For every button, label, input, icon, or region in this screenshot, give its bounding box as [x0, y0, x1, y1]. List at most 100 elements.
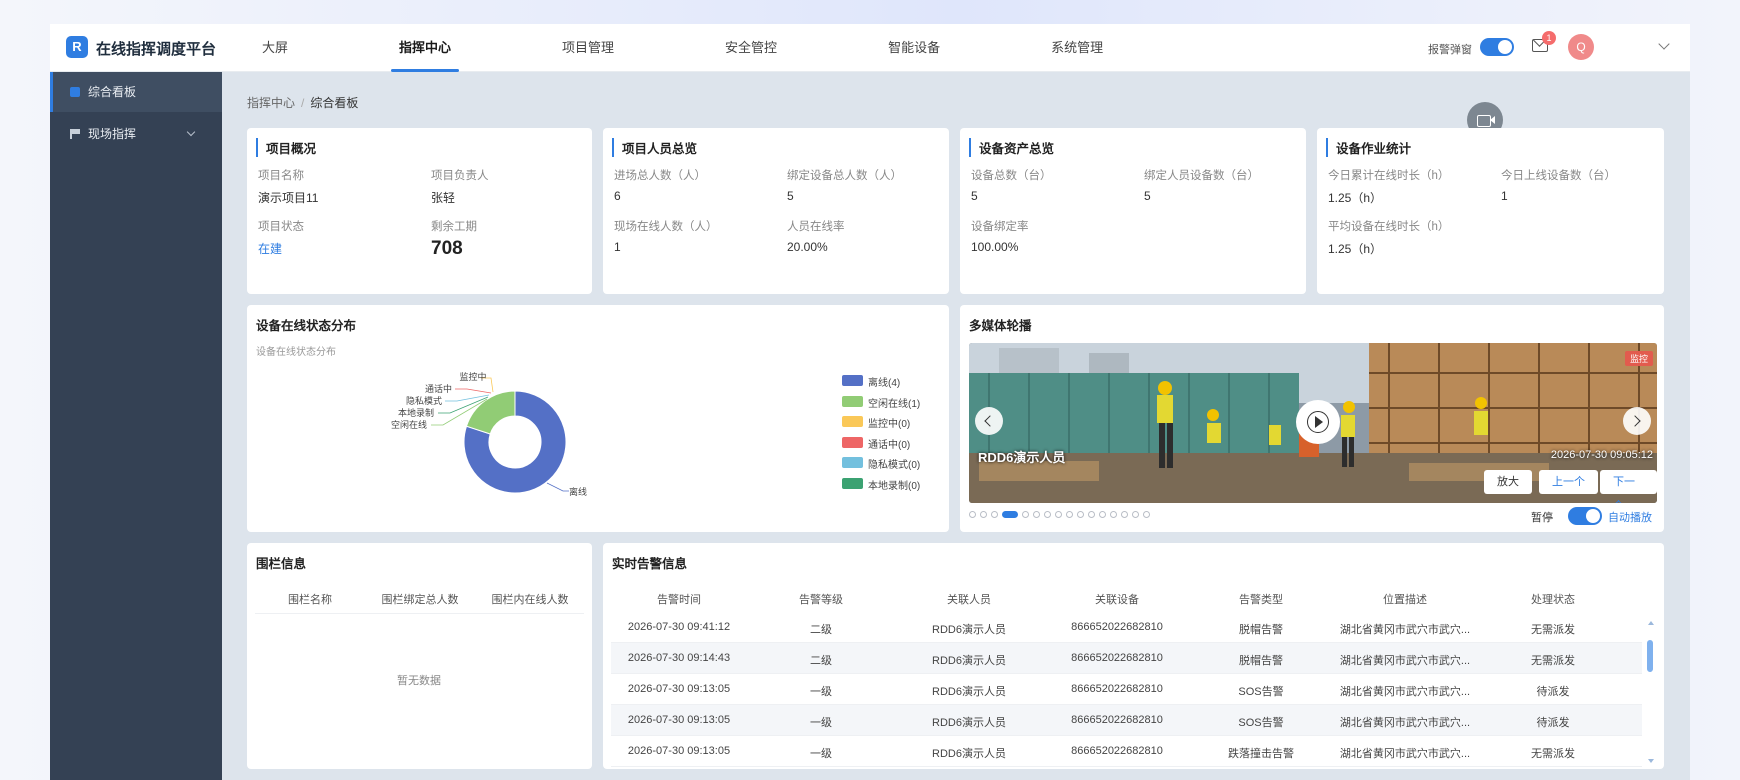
sidebar-item-dashboard[interactable]: 综合看板 [50, 72, 222, 112]
alarm-popup-label: 报警弹窗 [1428, 44, 1472, 56]
nav-item-project-management[interactable]: 项目管理 [550, 24, 626, 72]
project-owner-label: 项目负责人 [431, 170, 489, 182]
carousel-dot[interactable] [1044, 511, 1051, 518]
table-cell: 二级 [810, 624, 832, 636]
asset-overview-card: 设备资产总览 设备总数（台） 5 绑定人员设备数（台） 5 设备绑定率 100.… [960, 128, 1306, 294]
legend-item[interactable]: 通话中(0) [842, 436, 910, 451]
table-cell: 2026-07-30 09:41:12 [627, 621, 731, 633]
alerts-header-3: 关联设备 [1095, 594, 1139, 606]
card-title: 围栏信息 [256, 557, 307, 571]
project-status-value[interactable]: 在建 [258, 240, 282, 257]
table-cell: 2026-07-30 09:14:43 [627, 652, 731, 664]
legend-label: 隐私模式(0) [868, 460, 921, 471]
slice-label: 监控中 [459, 371, 486, 382]
carousel-dot[interactable] [969, 511, 976, 518]
carousel-dot[interactable] [1077, 511, 1084, 518]
bound-device-label: 绑定人员设备数（台） [1144, 170, 1259, 182]
project-overview-card: 项目概况 项目名称 演示项目11 项目负责人 张轻 项目状态 在建 剩余工期 7… [247, 128, 592, 294]
nav-item-system-management[interactable]: 系统管理 [1039, 24, 1115, 72]
scroll-up-icon[interactable] [1648, 621, 1654, 625]
carousel-dot[interactable] [1110, 511, 1117, 518]
alerts-header-0: 告警时间 [657, 594, 701, 606]
carousel-dot[interactable] [1033, 511, 1040, 518]
label-leader-line [546, 482, 569, 492]
carousel-dot[interactable] [991, 511, 998, 518]
nav-item-smart-devices[interactable]: 智能设备 [876, 24, 952, 72]
carousel-next-arrow-icon[interactable] [1623, 407, 1651, 435]
carousel-dot[interactable] [1121, 511, 1128, 518]
table-cell: 866652022682810 [1071, 621, 1163, 633]
scroll-down-icon[interactable] [1648, 759, 1654, 763]
slice-label: 空闲在线 [391, 419, 427, 430]
carousel-dot[interactable] [1055, 511, 1062, 518]
legend-swatch [842, 436, 863, 448]
carousel-dot[interactable] [1132, 511, 1139, 518]
table-cell: 866652022682810 [1071, 714, 1163, 726]
legend-label: 空闲在线(1) [868, 398, 921, 410]
legend-label: 离线(4) [868, 378, 901, 389]
zoom-button[interactable]: 放大 [1484, 470, 1532, 494]
card-title: 项目概况 [256, 138, 316, 157]
legend-swatch [842, 375, 863, 386]
today-devices-label: 今日上线设备数（台） [1501, 170, 1616, 182]
remaining-days-value: 708 [431, 238, 463, 259]
fence-empty-state: 暂无数据 [397, 675, 441, 687]
carousel-dot[interactable] [1022, 511, 1029, 518]
legend-label: 监控中(0) [868, 419, 911, 430]
next-button[interactable]: 下一个 [1600, 470, 1657, 503]
table-cell: 脱帽告警 [1239, 655, 1283, 667]
project-owner-value: 张轻 [431, 191, 456, 205]
table-cell: 脱帽告警 [1239, 624, 1283, 636]
carousel-prev-arrow-icon[interactable] [975, 407, 1003, 435]
play-icon[interactable] [1296, 400, 1340, 444]
entered-count-label: 进场总人数（人） [614, 170, 706, 182]
media-player[interactable]: 监控 RDD6演示人员 2026-07-30 09:05:12 放大 上一个 下… [969, 343, 1657, 503]
media-carousel-card: 多媒体轮播 监控 RDD6演示人员 2026-07-30 09:05:12 放大… [960, 305, 1664, 532]
table-cell: 湖北省黄冈市武穴市武穴... [1339, 686, 1471, 698]
device-total-label: 设备总数（台） [971, 170, 1052, 182]
autoplay-toggle[interactable] [1568, 507, 1602, 525]
fence-header-name: 围栏名称 [288, 594, 332, 606]
carousel-dot[interactable] [980, 511, 987, 518]
online-count-value: 1 [614, 240, 621, 254]
chevron-down-icon[interactable] [1658, 38, 1670, 50]
app-window: R 在线指挥调度平台 大屏 指挥中心 项目管理 安全管控 智能设备 系统管理 报… [50, 24, 1690, 780]
table-cell: 一级 [810, 748, 832, 760]
slice-label: 通话中 [425, 383, 452, 394]
sidebar-item-site-command[interactable]: 现场指挥 [50, 114, 222, 154]
slice-label: 本地录制 [398, 407, 434, 418]
nav-item-big-screen[interactable]: 大屏 [250, 24, 300, 72]
legend-item[interactable]: 空闲在线(1) [842, 395, 921, 410]
table-cell: 无需派发 [1531, 655, 1575, 667]
table-cell: 湖北省黄冈市武穴市武穴... [1339, 748, 1471, 760]
legend-item[interactable]: 本地录制(0) [842, 477, 920, 492]
chevron-down-icon [186, 127, 196, 137]
carousel-dot[interactable] [1002, 511, 1018, 518]
media-timestamp: 2026-07-30 09:05:12 [1550, 449, 1653, 461]
legend-item[interactable]: 监控中(0) [842, 415, 911, 430]
prev-button[interactable]: 上一个 [1539, 470, 1598, 494]
breadcrumb: 指挥中心 / 综合看板 [247, 94, 358, 111]
legend-swatch [842, 416, 863, 427]
realtime-alerts-card: 实时告警信息 告警时间 告警等级 关联人员 关联设备 告警类型 位置描述 处理状态 2026-… [603, 543, 1664, 769]
alarm-popup-toggle[interactable] [1480, 38, 1514, 56]
legend-item[interactable]: 离线(4) [842, 374, 901, 389]
nav-item-safety-control[interactable]: 安全管控 [713, 24, 789, 72]
breadcrumb-root[interactable]: 指挥中心 [247, 96, 295, 110]
donut-slice[interactable] [465, 390, 516, 435]
legend-item[interactable]: 隐私模式(0) [842, 456, 921, 471]
scrollbar-thumb[interactable] [1647, 640, 1653, 672]
carousel-dot[interactable] [1143, 511, 1150, 518]
carousel-dot[interactable] [1066, 511, 1073, 518]
label-leader-line [445, 394, 490, 402]
legend-swatch [842, 477, 863, 489]
nav-item-command-center[interactable]: 指挥中心 [387, 24, 463, 72]
today-hours-label: 今日累计在线时长（h） [1328, 170, 1450, 182]
table-cell: 无需派发 [1531, 624, 1575, 636]
flag-icon [70, 129, 80, 139]
avatar[interactable]: Q [1568, 34, 1594, 60]
carousel-dot[interactable] [1099, 511, 1106, 518]
label-leader-line [455, 388, 492, 394]
carousel-dot[interactable] [1088, 511, 1095, 518]
alerts-header-5: 位置描述 [1383, 594, 1427, 606]
